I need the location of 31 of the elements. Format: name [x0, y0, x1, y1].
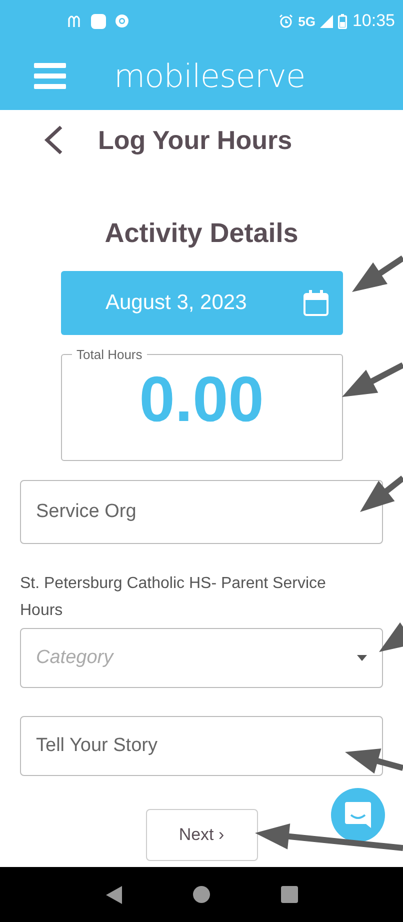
annotation-arrow: [342, 362, 403, 397]
back-icon[interactable]: [42, 124, 64, 156]
annotation-arrow: [352, 256, 403, 292]
network-type: 5G: [298, 14, 316, 28]
recents-nav-icon[interactable]: [280, 886, 298, 903]
chat-button[interactable]: [331, 788, 385, 842]
dropdown-placeholder: Category: [36, 647, 114, 669]
back-nav-icon[interactable]: [106, 886, 122, 904]
annotation-arrow: [360, 476, 403, 512]
annotation-arrow: [379, 622, 403, 652]
signal-icon: [320, 14, 334, 28]
total-hours-field[interactable]: Total Hours 0.00: [60, 347, 342, 461]
field-label: Total Hours: [76, 347, 144, 362]
calendar-icon: [302, 289, 328, 317]
alarm-icon: [279, 14, 294, 28]
section-title: Activity Details: [104, 218, 298, 249]
next-button[interactable]: Next ›: [146, 809, 258, 861]
battery-icon: [338, 14, 348, 28]
browser-notification-icon: [115, 14, 129, 28]
page-title: Log Your Hours: [98, 124, 292, 156]
app-notification-icon: [91, 14, 106, 28]
dropdown-caret-icon: [357, 655, 367, 661]
organization-name: St. Petersburg Catholic HS- Parent Service Hours: [20, 574, 327, 621]
hours-value: 0.00: [139, 362, 264, 436]
app-logo: mobileserve: [114, 57, 306, 95]
service-org-field[interactable]: Service Org: [20, 480, 383, 544]
clock-time: 10:35: [352, 11, 395, 31]
notification-icon: [68, 15, 82, 27]
story-field[interactable]: Tell Your Story: [20, 716, 383, 776]
annotation-arrow: [345, 748, 403, 774]
home-nav-icon[interactable]: [192, 886, 210, 903]
